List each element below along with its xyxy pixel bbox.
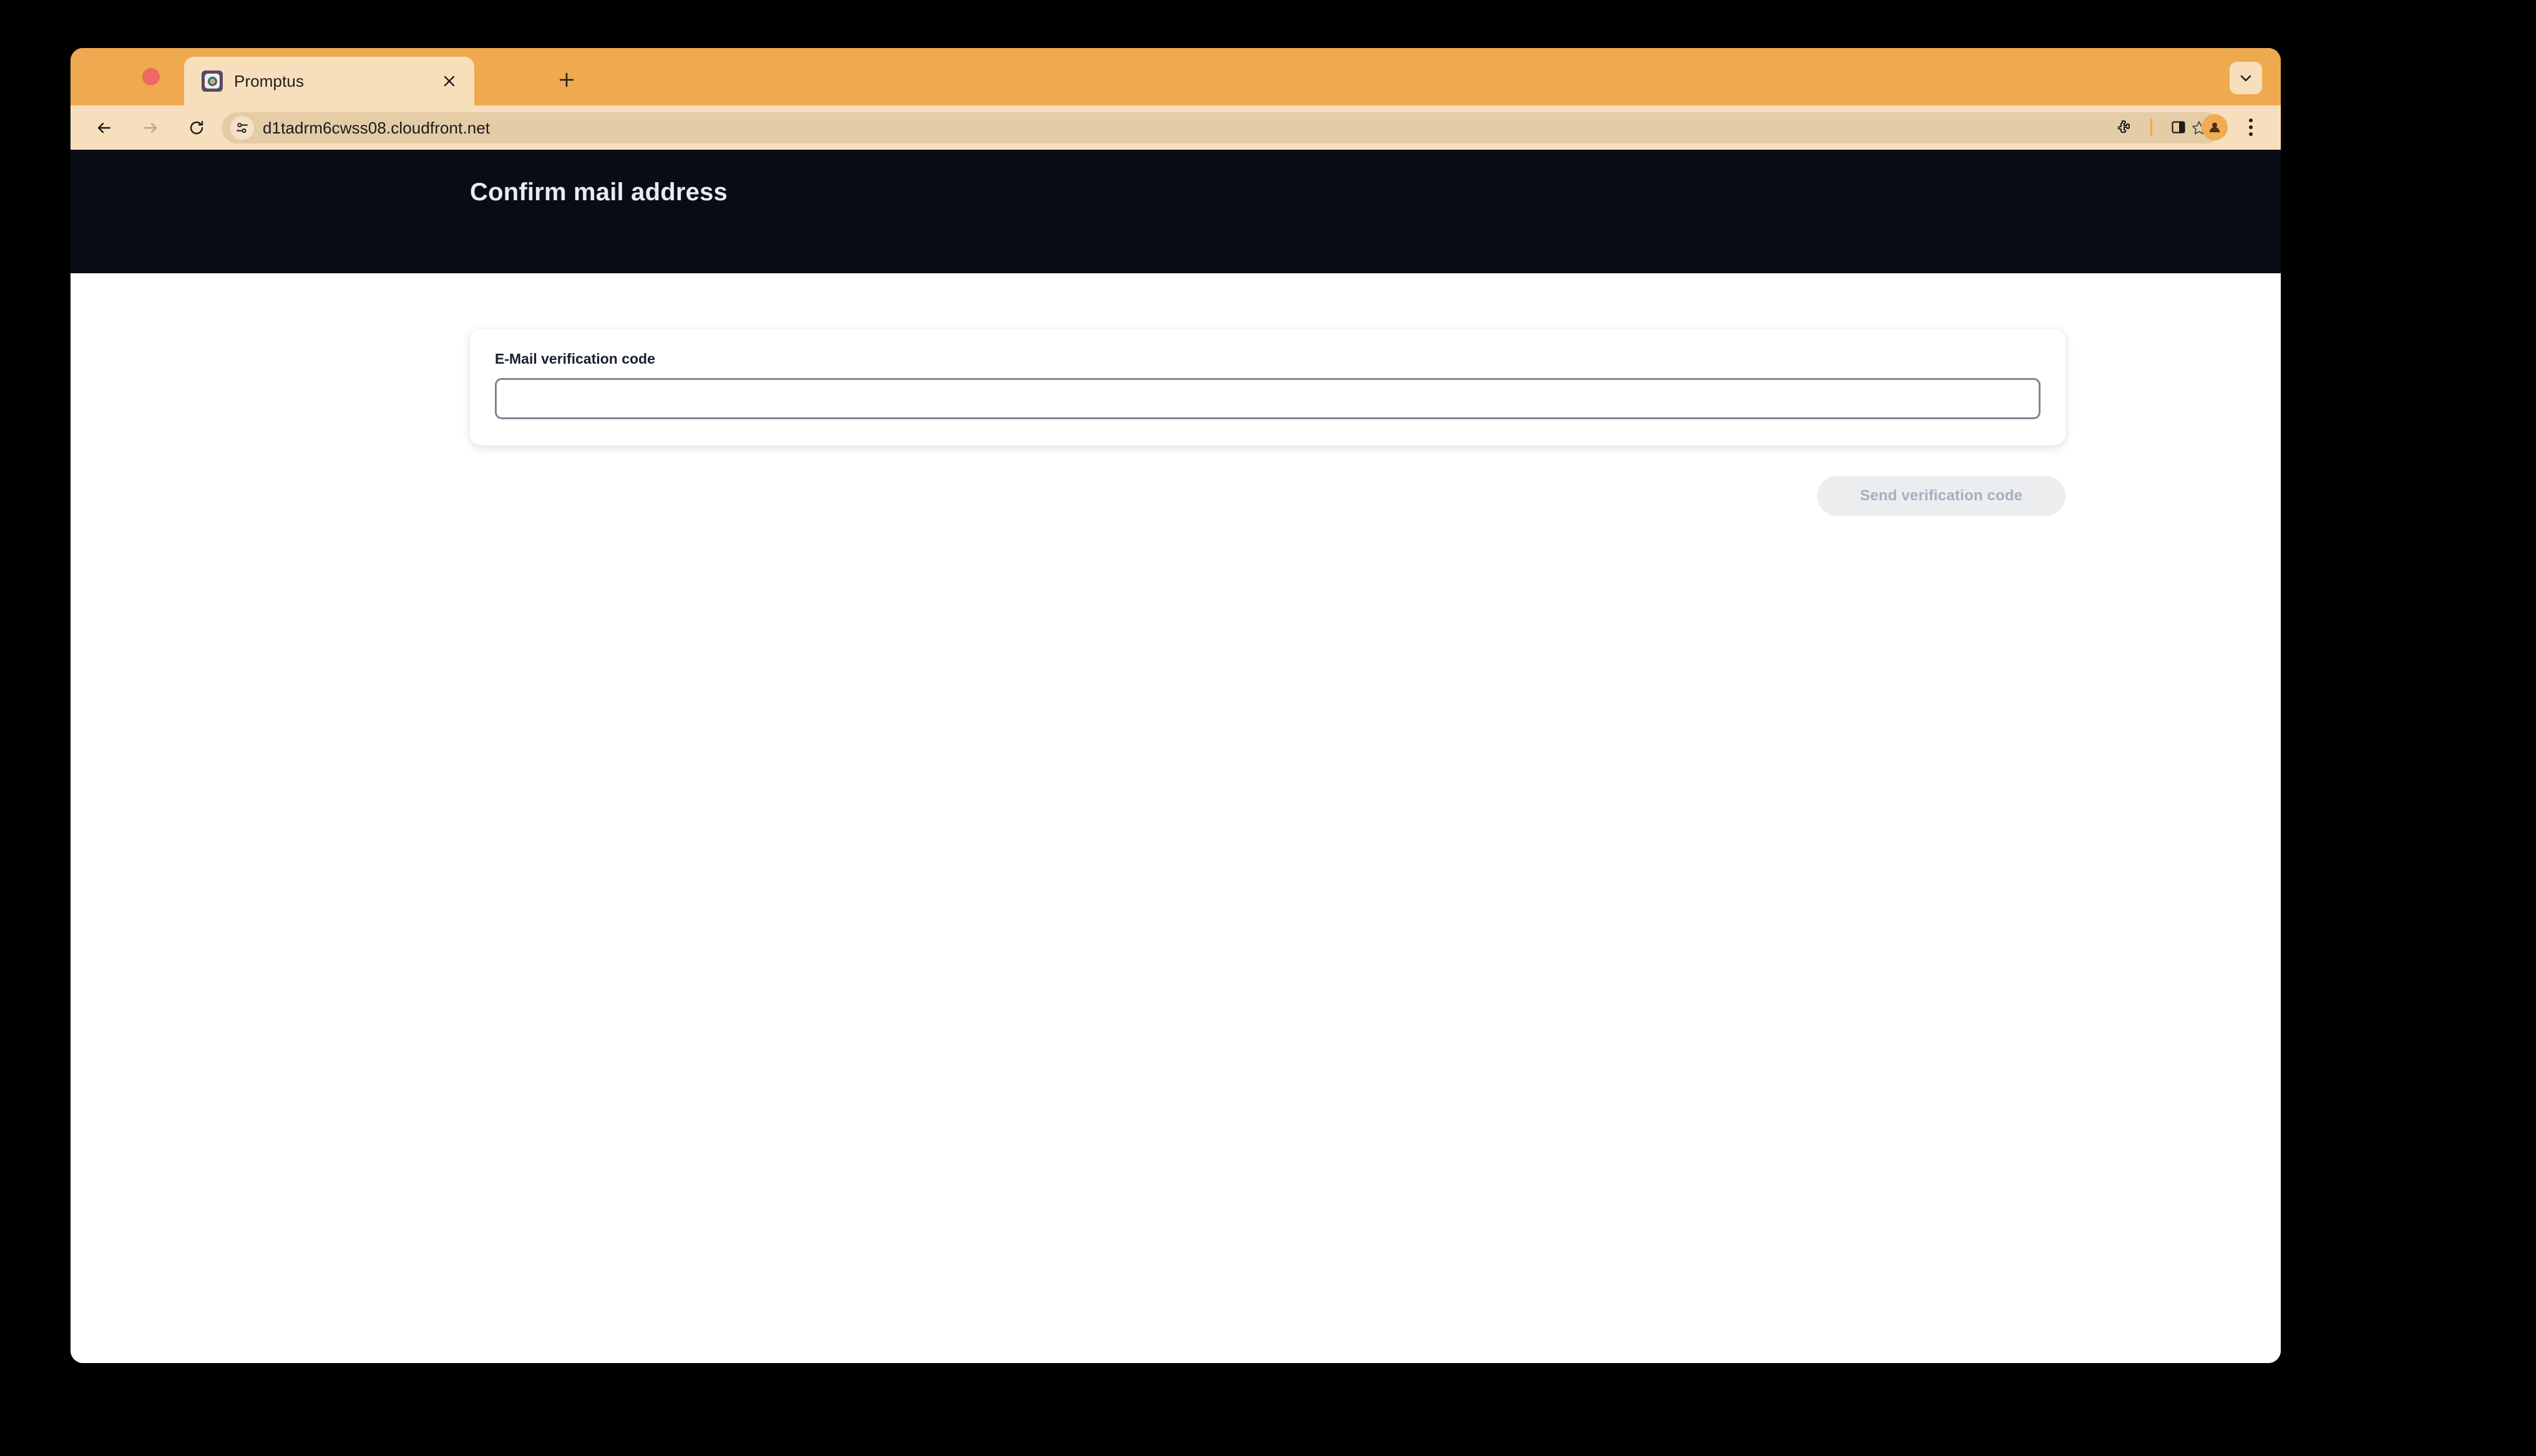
three-dot-menu-icon[interactable] [2235,111,2267,143]
forward-button[interactable] [134,112,167,144]
browser-window: Promptus d1tadrm6cwss08.cloudfront.net C… [71,48,2281,1363]
reload-button[interactable] [180,112,213,144]
close-window-button[interactable] [142,68,160,85]
verification-code-input[interactable] [495,378,2041,419]
tab-strip: Promptus [71,48,2281,105]
toolbar-divider [2150,119,2152,136]
extensions-puzzle-icon[interactable] [2108,111,2140,143]
browser-tab[interactable]: Promptus [184,57,474,105]
tune-icon[interactable] [230,116,254,140]
browser-toolbar: d1tadrm6cwss08.cloudfront.net [71,105,2281,150]
side-panel-icon[interactable] [2162,111,2195,143]
profile-avatar[interactable] [2198,111,2231,143]
tab-title: Promptus [234,71,305,90]
url-text: d1tadrm6cwss08.cloudfront.net [263,118,490,137]
page-title: Confirm mail address [470,178,728,206]
tab-search-button[interactable] [2230,62,2262,94]
send-verification-code-button[interactable]: Send verification code [1817,476,2065,516]
address-bar[interactable]: d1tadrm6cwss08.cloudfront.net [222,112,2221,143]
verification-card: E-Mail verification code [470,329,2065,445]
close-tab-icon[interactable] [439,71,459,91]
promptus-favicon-icon [202,70,223,92]
page-viewport: Confirm mail address E-Mail verification… [71,150,2281,1363]
back-button[interactable] [88,112,120,144]
page-header-band [71,150,2281,273]
toolbar-right-icons [2108,111,2267,143]
verification-code-label: E-Mail verification code [495,351,655,367]
new-tab-button[interactable] [551,64,582,95]
